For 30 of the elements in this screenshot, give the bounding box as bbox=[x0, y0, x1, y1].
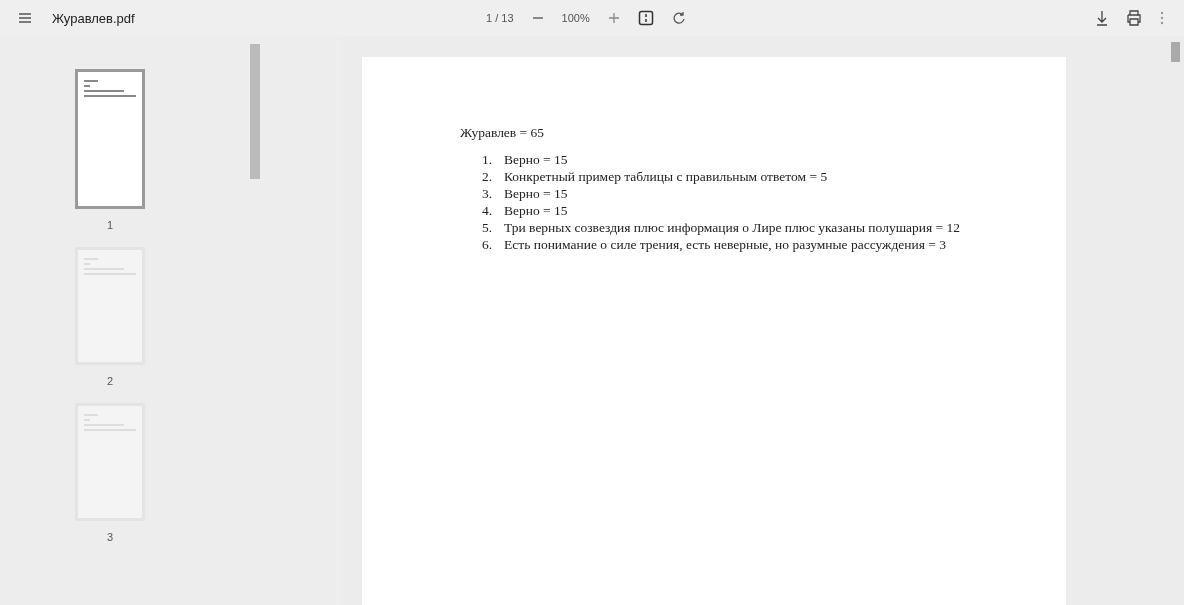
list-number: 6. bbox=[482, 236, 494, 253]
file-title: Журавлев.pdf bbox=[52, 10, 135, 26]
list-number: 1. bbox=[482, 151, 494, 168]
list-item-text: Верно = 15 bbox=[504, 202, 568, 219]
page-number: 2 bbox=[106, 375, 114, 387]
list-number: 4. bbox=[482, 202, 494, 219]
page-indicator[interactable]: 1 / 13 bbox=[486, 12, 514, 24]
list-item-text: Верно = 15 bbox=[504, 185, 568, 202]
page-number: 3 bbox=[106, 531, 114, 543]
fit-page-icon[interactable] bbox=[637, 10, 654, 26]
menu-icon[interactable] bbox=[18, 12, 32, 24]
document-heading: Журавлев = 65 bbox=[460, 125, 546, 141]
scrollbar-thumb[interactable] bbox=[1171, 42, 1180, 62]
list-item-text: Есть понимание о силе трения, есть неверные, но разумные рассуждения = 3 bbox=[504, 236, 947, 253]
more-icon[interactable] bbox=[1160, 11, 1164, 25]
list-number: 5. bbox=[482, 219, 494, 236]
list-number: 2. bbox=[482, 168, 494, 185]
page-thumbnail[interactable] bbox=[75, 69, 145, 209]
download-icon[interactable] bbox=[1096, 10, 1108, 26]
zoom-level[interactable]: 100% bbox=[561, 12, 590, 24]
scrollbar-thumb[interactable] bbox=[250, 44, 260, 179]
list-item-text: Три верных созвездия плюс информация о Лире плюс указаны полушария = 12 bbox=[504, 219, 961, 236]
rotate-icon[interactable] bbox=[671, 11, 686, 25]
page-number: 1 bbox=[106, 219, 114, 231]
print-icon[interactable] bbox=[1126, 10, 1142, 26]
list-item-text: Конкретный пример таблицы с правильным ответом = 5 bbox=[504, 168, 828, 185]
list-number: 3. bbox=[482, 185, 494, 202]
list-item-text: Верно = 15 bbox=[504, 151, 568, 168]
zoom-in-icon[interactable] bbox=[607, 12, 620, 24]
zoom-out-icon[interactable] bbox=[531, 16, 544, 20]
